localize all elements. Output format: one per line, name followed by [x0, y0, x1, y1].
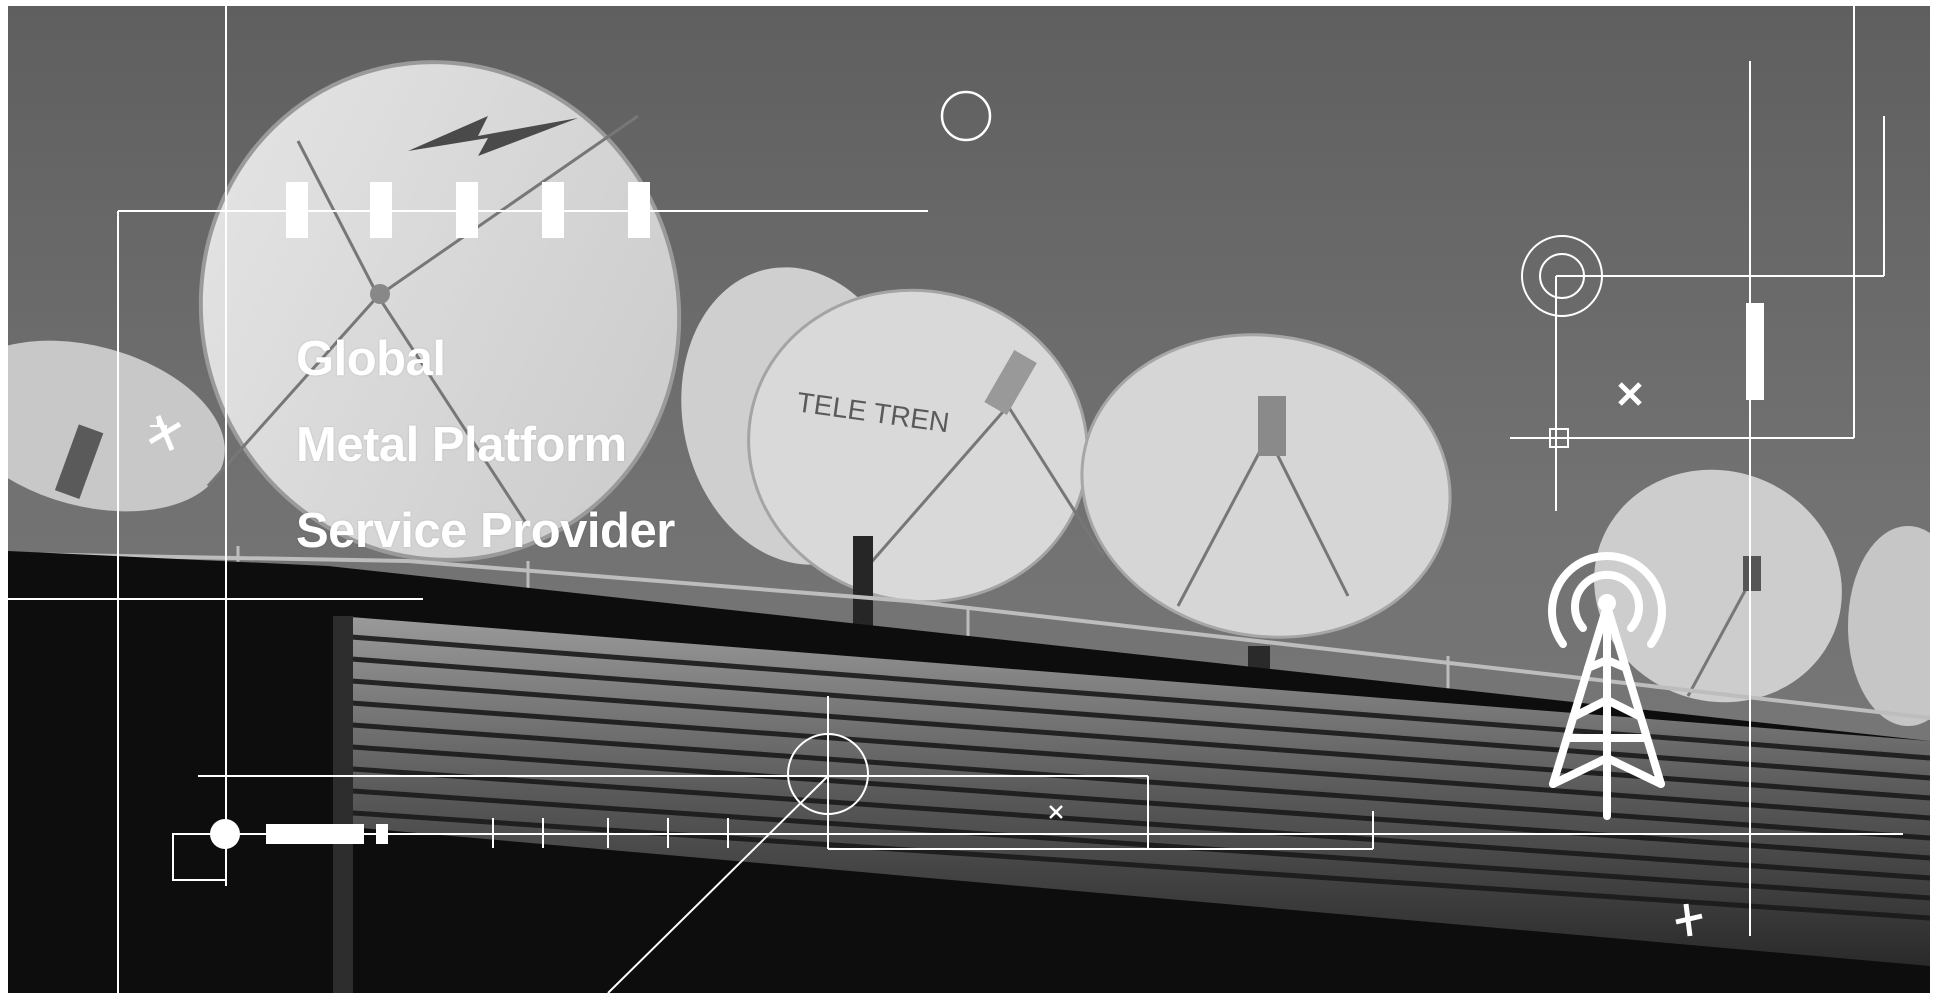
headline-line-1: Global — [296, 332, 446, 386]
right-bar-marker — [1746, 303, 1764, 400]
hero-headline: Global Metal Platform Service Provider — [296, 316, 675, 574]
satellite-photo: TELE TREN Global Metal Platform Service … — [8, 6, 1930, 993]
headline-line-2: Metal Platform — [296, 418, 627, 472]
headline-line-3: Service Provider — [296, 504, 675, 558]
hero-banner: TELE TREN Global Metal Platform Service … — [0, 0, 1935, 993]
